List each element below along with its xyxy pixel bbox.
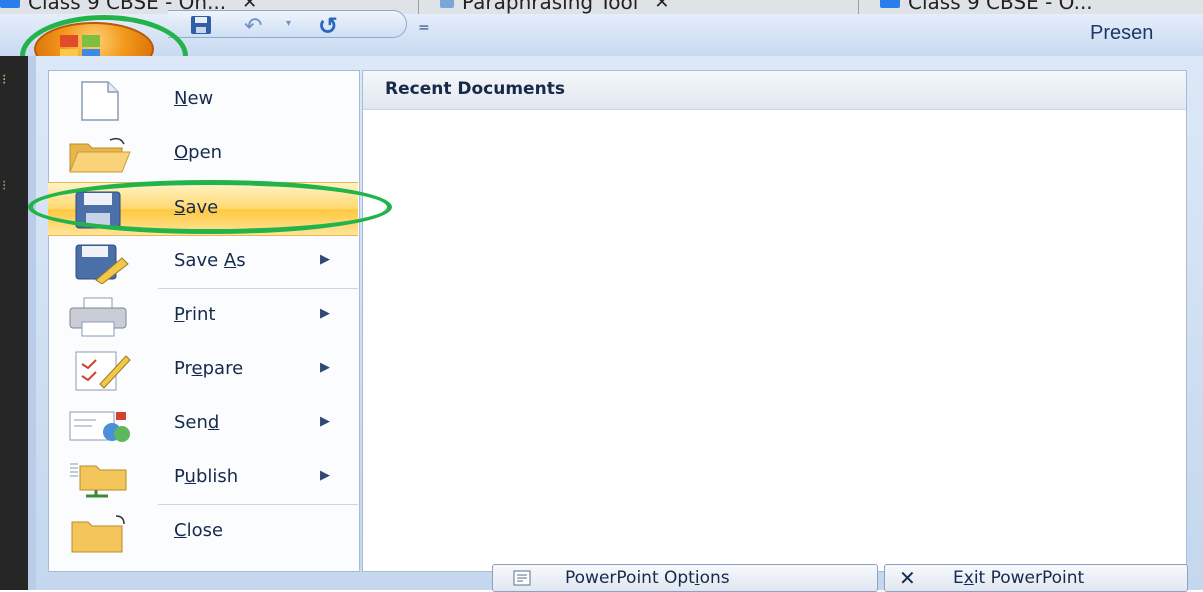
- publish-icon: [70, 463, 127, 498]
- customize-toolbar-icon[interactable]: =: [418, 20, 430, 36]
- site-favicon-icon: [440, 0, 454, 8]
- printer-icon: [69, 297, 127, 337]
- site-favicon-icon: [880, 0, 900, 8]
- menu-item-new[interactable]: New: [48, 74, 358, 126]
- menu-item-label: Prepare: [174, 358, 244, 379]
- options-icon: [513, 570, 531, 586]
- submenu-arrow-icon: ▶: [320, 468, 330, 483]
- new-document-icon: [81, 81, 119, 121]
- menu-item-prepare[interactable]: Prepare ▶: [48, 344, 358, 396]
- save-as-icon: [75, 244, 129, 284]
- tab-close-icon[interactable]: ✕: [654, 0, 669, 13]
- menu-item-print[interactable]: Print ▶: [48, 290, 358, 342]
- window-title: Presen: [1090, 22, 1154, 44]
- recent-documents-header: Recent Documents: [363, 71, 1186, 110]
- submenu-arrow-icon: ▶: [320, 306, 330, 321]
- menu-item-send[interactable]: Send ▶: [48, 398, 358, 450]
- options-button-label: PowerPoint Options: [565, 568, 730, 588]
- browser-tab[interactable]: Class 9 CBSE - O...: [880, 0, 1093, 14]
- menu-separator: [158, 288, 358, 289]
- close-folder-icon: [71, 515, 125, 553]
- menu-item-label: New: [174, 88, 214, 109]
- site-favicon-icon: [0, 0, 20, 8]
- menu-item-label: Print: [174, 304, 216, 325]
- menu-item-close[interactable]: Close: [48, 506, 358, 558]
- exit-button-label: Exit PowerPoint: [953, 568, 1085, 588]
- undo-icon[interactable]: ↶: [244, 14, 262, 39]
- recent-documents-title: Recent Documents: [385, 79, 565, 99]
- tab-divider: [418, 0, 419, 14]
- menu-item-label: Save As: [174, 250, 246, 271]
- send-icon: [69, 411, 130, 442]
- submenu-arrow-icon: ▶: [320, 252, 330, 267]
- menu-item-save-as[interactable]: Save As ▶: [48, 236, 358, 288]
- powerpoint-options-button[interactable]: PowerPoint Options: [492, 564, 878, 592]
- menu-item-label: Send: [174, 412, 220, 433]
- recent-documents-pane: Recent Documents: [362, 70, 1187, 572]
- menu-item-label: Publish: [174, 466, 239, 487]
- exit-powerpoint-button[interactable]: ✕ Exit PowerPoint: [884, 564, 1188, 592]
- repeat-icon[interactable]: ↺: [318, 12, 338, 40]
- prepare-icon: [75, 351, 131, 391]
- edge-mark: ⁝: [2, 72, 7, 88]
- menu-item-label: Close: [174, 520, 224, 541]
- menu-item-label: Open: [174, 142, 223, 163]
- submenu-arrow-icon: ▶: [320, 360, 330, 375]
- browser-tab-title: Class 9 CBSE - O...: [908, 0, 1093, 14]
- tab-divider: [858, 0, 859, 14]
- submenu-arrow-icon: ▶: [320, 414, 330, 429]
- undo-dropdown-icon[interactable]: ▾: [286, 18, 291, 29]
- window-border: [28, 56, 36, 590]
- open-folder-icon: [69, 137, 131, 173]
- menu-separator: [158, 504, 358, 505]
- menu-item-open[interactable]: Open: [48, 128, 358, 180]
- close-icon: ✕: [899, 566, 916, 590]
- browser-tab[interactable]: Paraphrasing Tool ✕: [440, 0, 669, 14]
- save-icon[interactable]: [190, 15, 212, 35]
- menu-item-publish[interactable]: Publish ▶: [48, 452, 358, 504]
- save-highlight-ring: [28, 180, 392, 234]
- browser-tab-title: Paraphrasing Tool: [462, 0, 639, 14]
- edge-mark: ⁝: [2, 178, 7, 194]
